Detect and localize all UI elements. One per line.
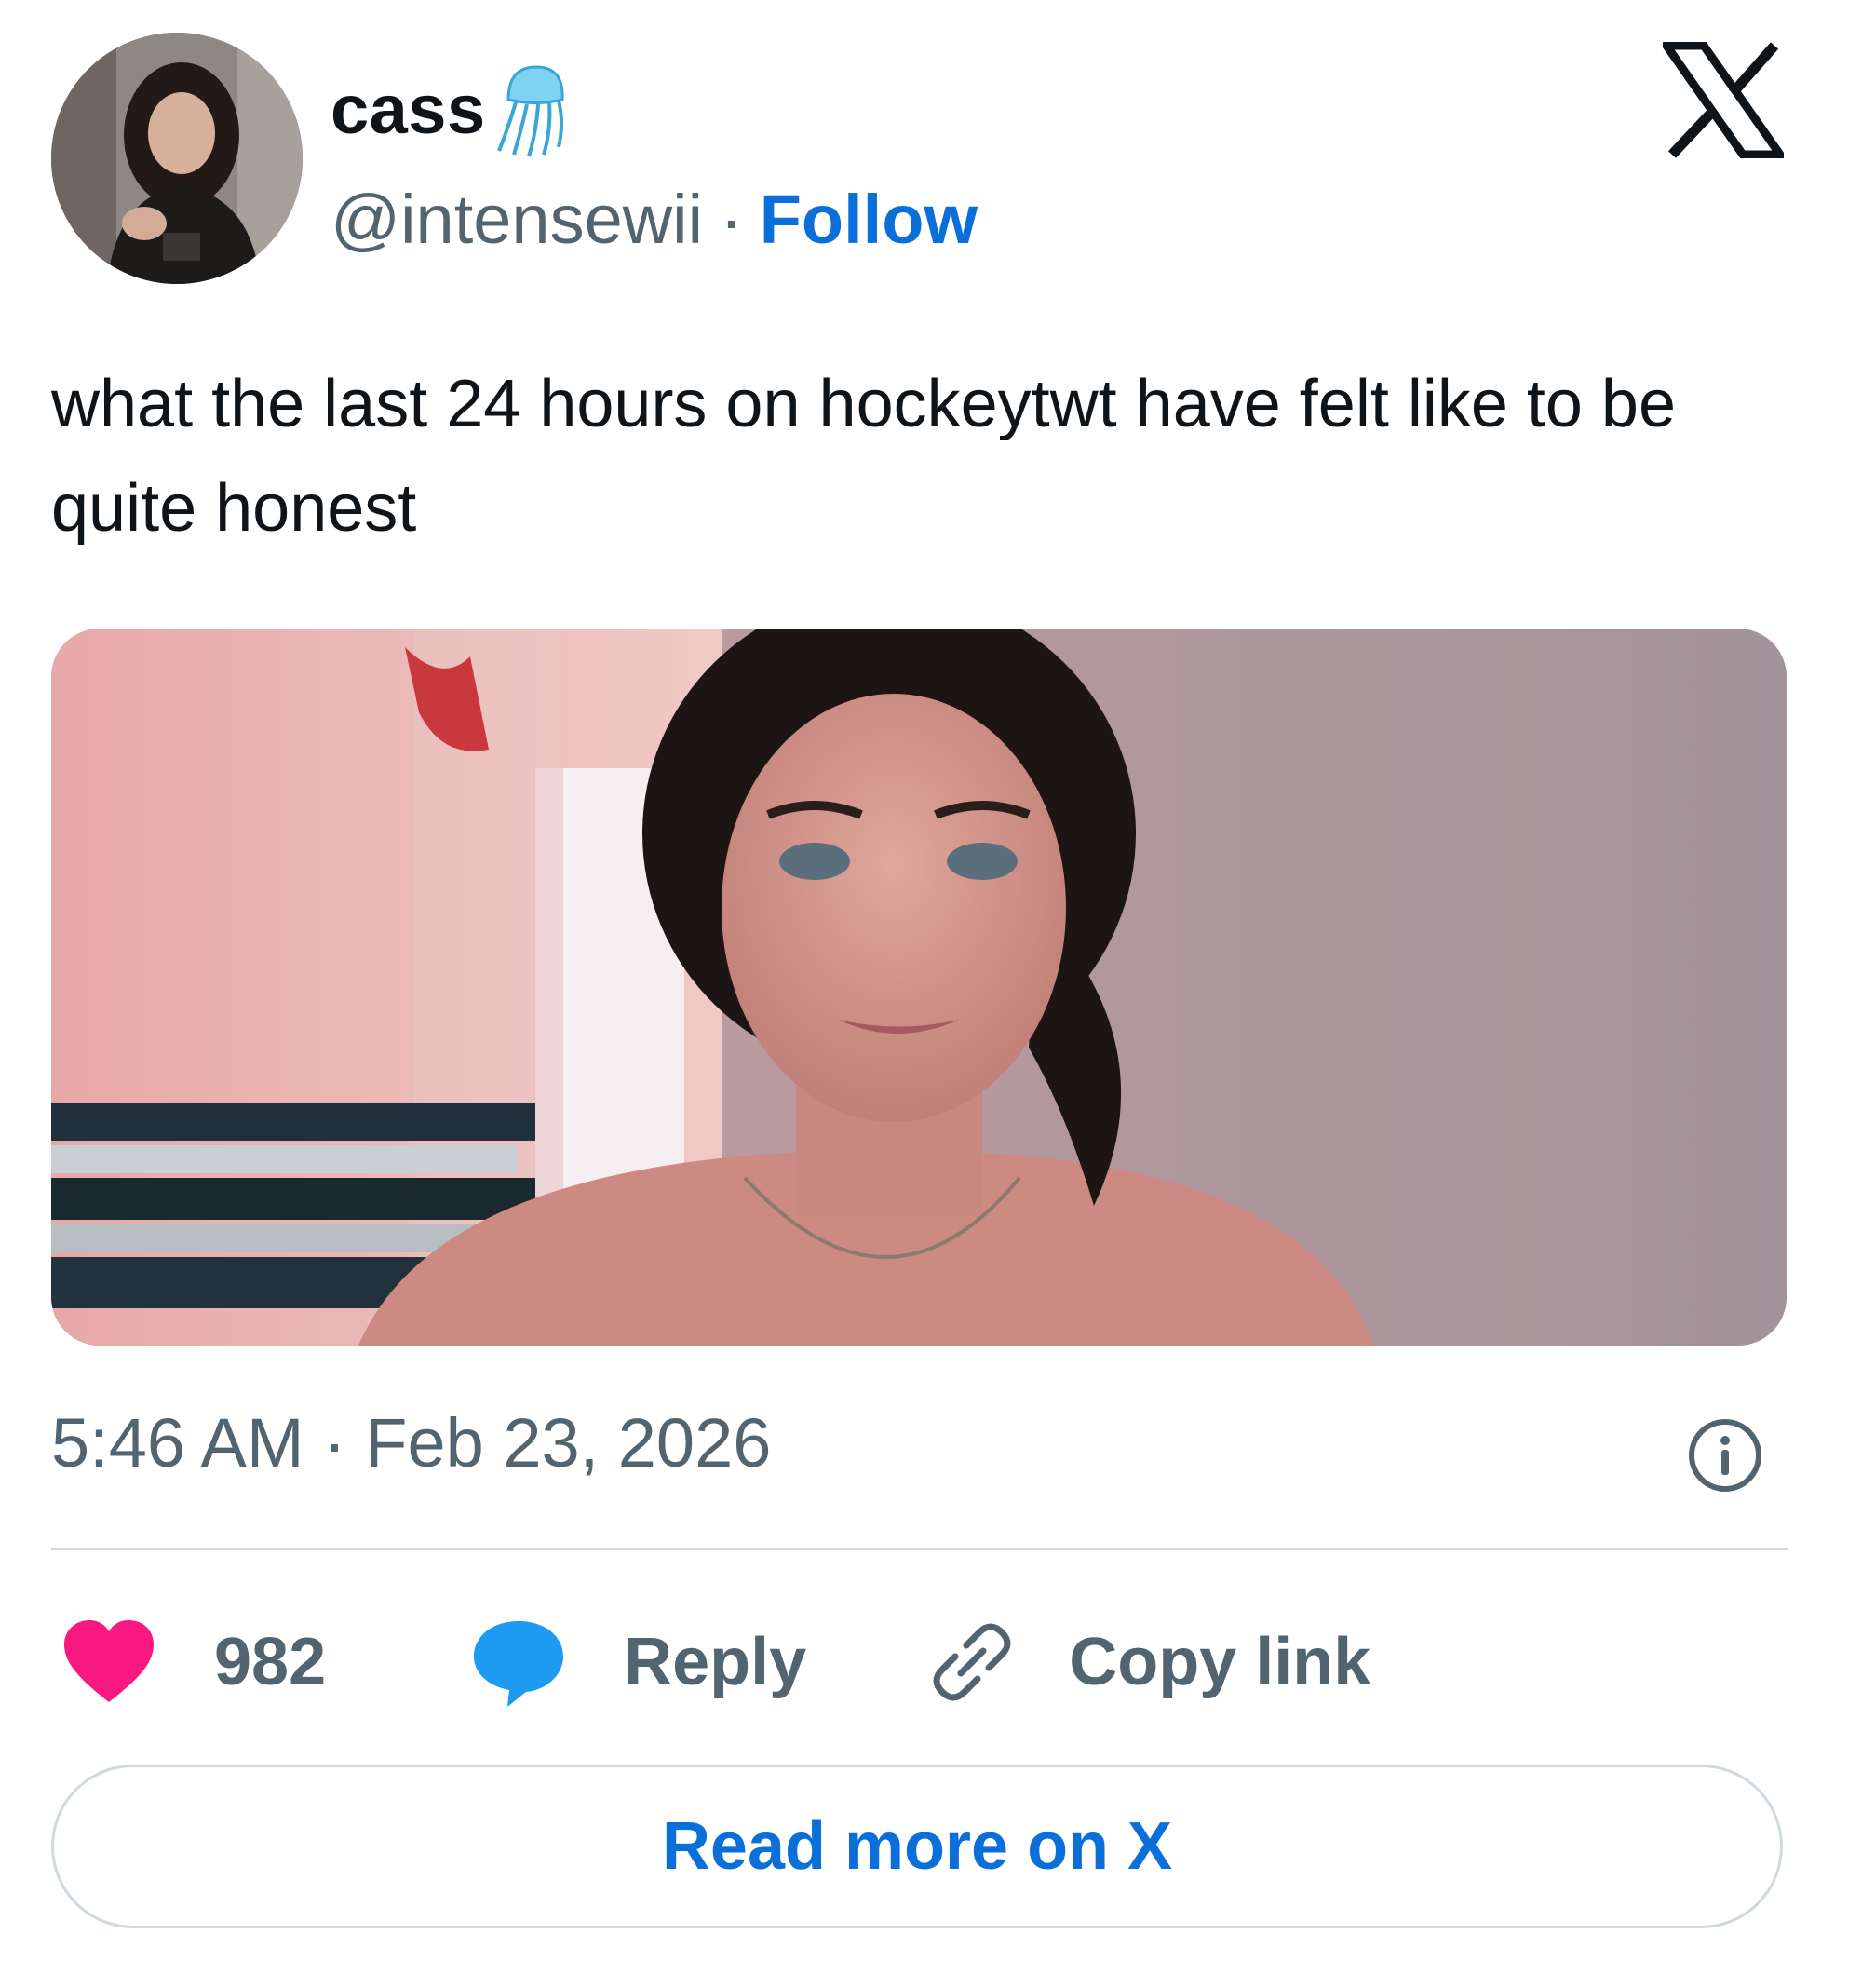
read-more-button[interactable]: Read more on X xyxy=(51,1765,1783,1928)
reply-bubble-icon xyxy=(474,1621,564,1707)
like-button[interactable]: 982 xyxy=(61,1618,326,1707)
tweet-media[interactable] xyxy=(51,629,1787,1346)
reply-label: Reply xyxy=(624,1625,807,1699)
tweet-actions: 982 Reply Copy link xyxy=(61,1611,1370,1713)
divider xyxy=(51,1548,1788,1550)
jellyfish-icon xyxy=(496,65,564,157)
author-name-row[interactable]: cass xyxy=(331,58,573,160)
copy-link-button[interactable]: Copy link xyxy=(925,1616,1370,1709)
like-count: 982 xyxy=(214,1625,327,1699)
author-handle-row: @intensewii · Follow xyxy=(331,177,978,261)
author-display-name[interactable]: cass xyxy=(331,70,486,149)
tweet-text: what the last 24 hours on hockeytwt have… xyxy=(51,367,1677,546)
link-icon xyxy=(933,1623,1011,1701)
embedded-video-thumbnail xyxy=(51,629,1787,1346)
follow-button[interactable]: Follow xyxy=(760,180,978,259)
copy-link-label: Copy link xyxy=(1069,1625,1371,1699)
info-icon[interactable] xyxy=(1685,1415,1765,1495)
tweet-embed-card: cass @intensewii · Follow what the last … xyxy=(0,0,1862,1988)
avatar-image xyxy=(51,33,303,284)
heart-icon xyxy=(64,1619,154,1702)
x-logo-icon[interactable] xyxy=(1663,42,1784,158)
separator-dot: · xyxy=(720,180,743,258)
avatar[interactable] xyxy=(51,33,303,284)
reply-button[interactable]: Reply xyxy=(470,1616,806,1709)
tweet-timestamp[interactable]: 5:46 AM · Feb 23, 2026 xyxy=(51,1392,771,1494)
author-handle[interactable]: @intensewii xyxy=(331,180,703,259)
